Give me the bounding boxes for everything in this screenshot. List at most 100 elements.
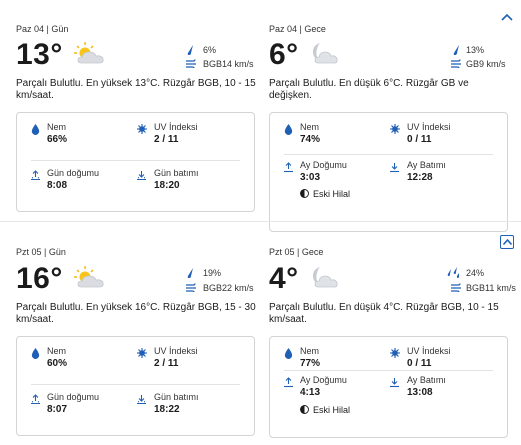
uv-label: UV İndeksi — [407, 346, 451, 356]
humidity-label: Nem — [47, 122, 67, 132]
partly-cloudy-night-icon — [313, 267, 338, 288]
panel-header: Pzt 05 | Gün — [16, 247, 66, 257]
wind-icon — [186, 59, 196, 68]
precip-chance: 6% — [203, 45, 217, 55]
moonset-icon — [390, 378, 399, 388]
uv-sun-icon — [390, 348, 400, 358]
panel-header: Paz 04 | Gece — [269, 24, 326, 34]
moon-phase-label: Eski Hilal — [313, 189, 351, 199]
wind-icon — [451, 283, 461, 292]
sunrise-label: Gün doğumu — [47, 392, 100, 402]
wind-icon — [186, 283, 196, 292]
card-divider — [284, 370, 493, 371]
moonset-stat: Ay Batımı 12:28 — [407, 160, 446, 183]
moon-phase-label: Eski Hilal — [313, 405, 351, 415]
forecast-day-2: Pzt 05 | Gün 16° 19% BGB22 km/s Parçalı … — [0, 222, 521, 445]
moonset-label: Ay Batımı — [407, 160, 446, 170]
humidity-value: 66% — [47, 134, 68, 145]
moonset-stat: Ay Batımı 13:08 — [407, 375, 446, 398]
humidity-icon — [31, 348, 40, 359]
humidity-stat: Nem 60% — [47, 346, 67, 369]
humidity-value: 74% — [300, 134, 321, 145]
uv-sun-icon — [137, 124, 147, 134]
wind-value: BGB14 km/s — [203, 59, 254, 69]
temperature: 13° — [16, 38, 63, 71]
moonset-label: Ay Batımı — [407, 375, 446, 385]
sunset-value: 18:20 — [154, 180, 180, 191]
sunset-stat: Gün batımı 18:22 — [154, 392, 199, 415]
moonset-icon — [390, 163, 399, 173]
uv-stat: UV İndeksi 0 / 11 — [407, 122, 451, 145]
moon-phase-icon — [300, 189, 309, 198]
sunrise-icon — [31, 170, 40, 181]
sunset-icon — [137, 171, 146, 181]
raindrop-icon — [187, 268, 193, 278]
uv-label: UV İndeksi — [154, 346, 198, 356]
temperature: 16° — [16, 262, 63, 295]
wind-value: BGB11 km/s — [466, 283, 516, 293]
moonrise-icon — [284, 162, 293, 173]
humidity-icon — [284, 348, 293, 359]
uv-sun-icon — [137, 348, 147, 358]
uv-stat: UV İndeksi 2 / 11 — [154, 346, 198, 369]
partly-cloudy-day-icon — [74, 266, 104, 288]
partly-cloudy-night-icon — [313, 43, 338, 64]
moonrise-value: 3:03 — [300, 172, 321, 183]
wind-value: BGB22 km/s — [203, 283, 254, 293]
humidity-icon — [284, 124, 293, 135]
humidity-value: 60% — [47, 358, 68, 369]
moonrise-value: 4:13 — [300, 387, 321, 398]
forecast-description: Parçalı Bulutlu. En yüksek 16°C. Rüzgâr … — [16, 302, 256, 325]
humidity-icon — [31, 124, 40, 135]
sunrise-value: 8:08 — [47, 180, 68, 191]
sunset-icon — [137, 395, 146, 405]
sunset-label: Gün batımı — [154, 168, 199, 178]
details-card: Nem 66% UV İndeksi 2 / 11 Gün doğumu 8:0… — [16, 112, 255, 212]
forecast-day-1: Paz 04 | Gün 13° 6% BGB14 km/s Parçalı B… — [0, 0, 521, 232]
uv-value: 2 / 11 — [154, 358, 179, 369]
chevron-up-icon — [502, 239, 512, 245]
panel-header: Paz 04 | Gün — [16, 24, 69, 34]
partly-cloudy-day-icon — [74, 42, 104, 64]
wind-value: GB9 km/s — [466, 59, 506, 69]
card-divider — [31, 384, 240, 385]
chevron-up-icon — [501, 13, 513, 21]
uv-sun-icon — [390, 124, 400, 134]
temperature: 4° — [269, 262, 299, 295]
sunset-label: Gün batımı — [154, 392, 199, 402]
moonrise-stat: Ay Doğumu 4:13 — [300, 375, 347, 398]
day-panel: Pzt 05 | Gün 16° 19% BGB22 km/s Parçalı … — [16, 247, 266, 439]
forecast-description: Parçalı Bulutlu. En düşük 4°C. Rüzgâr BG… — [269, 302, 499, 325]
sunset-stat: Gün batımı 18:20 — [154, 168, 199, 191]
sunrise-value: 8:07 — [47, 404, 68, 415]
sunrise-label: Gün doğumu — [47, 168, 100, 178]
humidity-label: Nem — [300, 346, 320, 356]
precip-chance: 19% — [203, 268, 222, 278]
humidity-value: 77% — [300, 358, 321, 369]
humidity-label: Nem — [300, 122, 320, 132]
card-divider — [284, 154, 493, 155]
sunrise-stat: Gün doğumu 8:08 — [47, 168, 99, 191]
raindrops-icon — [447, 267, 459, 278]
humidity-stat: Nem 77% — [300, 346, 320, 369]
moon-phase-icon — [300, 405, 309, 414]
forecast-description: Parçalı Bulutlu. En yüksek 13°C. Rüzgâr … — [16, 78, 256, 101]
humidity-label: Nem — [47, 346, 67, 356]
uv-value: 0 / 11 — [407, 358, 432, 369]
moonrise-label: Ay Doğumu — [300, 160, 347, 170]
sunrise-stat: Gün doğumu 8:07 — [47, 392, 99, 415]
uv-stat: UV İndeksi 2 / 11 — [154, 122, 198, 145]
raindrop-icon — [187, 45, 193, 55]
moonrise-label: Ay Doğumu — [300, 375, 347, 385]
moonrise-icon — [284, 377, 293, 388]
night-panel: Pzt 05 | Gece 4° 24% BGB11 km/s Parçalı … — [269, 247, 519, 439]
humidity-stat: Nem 74% — [300, 122, 320, 145]
temperature: 6° — [269, 38, 299, 71]
night-panel: Paz 04 | Gece 6° 13% GB9 km/s Parçalı Bu… — [269, 24, 519, 232]
details-card: Nem 60% UV İndeksi 2 / 11 Gün doğumu 8:0… — [16, 336, 255, 436]
card-divider — [31, 160, 240, 161]
day-panel: Paz 04 | Gün 13° 6% BGB14 km/s Parçalı B… — [16, 24, 266, 214]
details-card: Nem 74% UV İndeksi 0 / 11 Ay Doğumu 3:03… — [269, 112, 508, 232]
collapse-button[interactable] — [500, 10, 514, 24]
forecast-description: Parçalı Bulutlu. En düşük 6°C. Rüzgâr GB… — [269, 78, 469, 101]
